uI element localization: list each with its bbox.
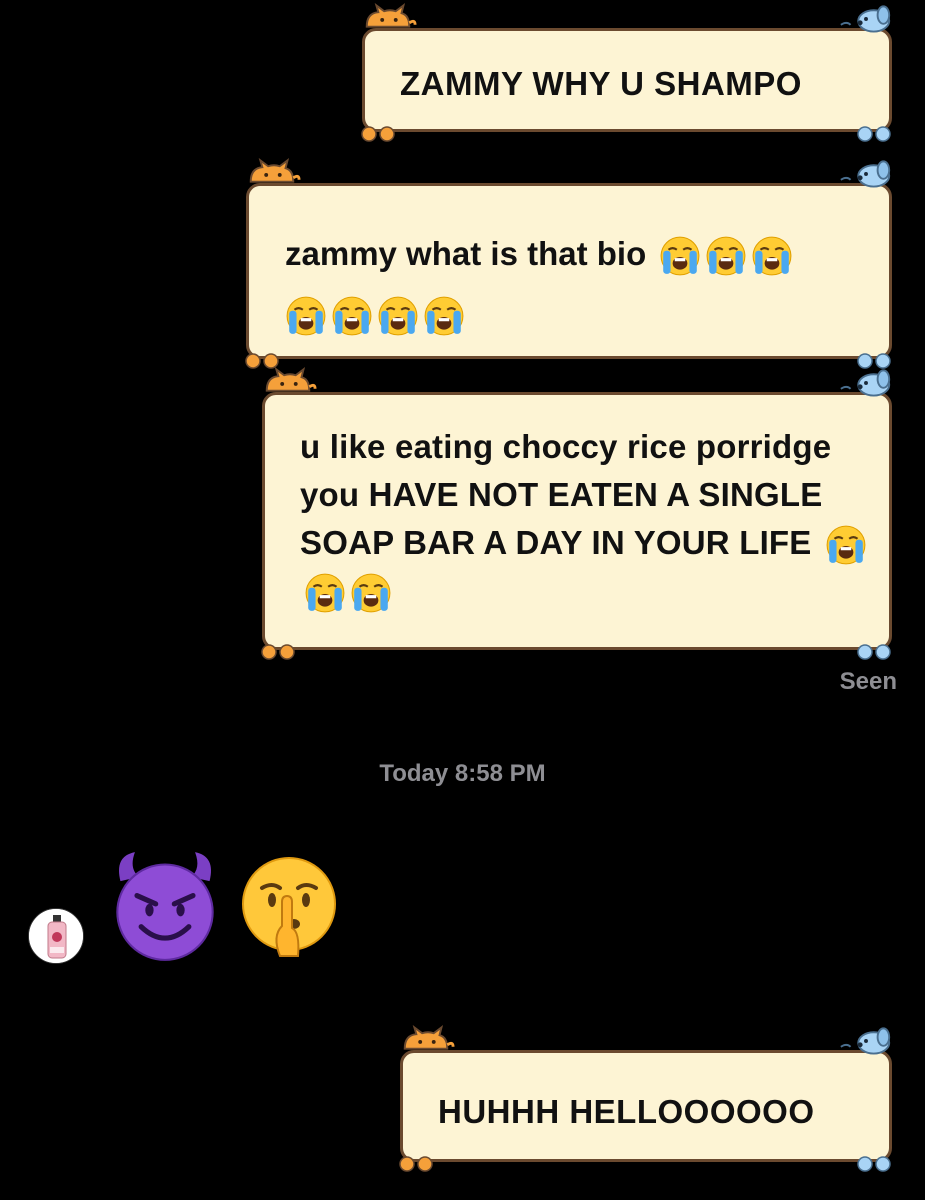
loudly-crying-face-icon bbox=[659, 235, 701, 277]
loudly-crying-face-icon bbox=[423, 295, 465, 337]
message-text: zammy what is that bio bbox=[285, 235, 647, 272]
timestamp: Today 8:58 PM bbox=[0, 760, 925, 788]
paw-icon bbox=[397, 1153, 437, 1173]
seen-status: Seen bbox=[839, 668, 897, 695]
dog-icon bbox=[837, 158, 895, 188]
cat-icon bbox=[397, 1025, 455, 1055]
paw-icon bbox=[855, 123, 895, 143]
cat-icon bbox=[243, 158, 301, 188]
message-bubble-4[interactable]: HUHHH HELLOOOOOO bbox=[400, 1050, 892, 1162]
message-text: u like eating choccy rice porridge you H… bbox=[300, 428, 832, 561]
paw-icon bbox=[855, 1153, 895, 1173]
loudly-crying-face-icon bbox=[304, 572, 346, 614]
timestamp-text: Today 8:58 PM bbox=[379, 760, 546, 787]
message-bubble-1[interactable]: ZAMMY WHY U SHAMPO bbox=[362, 28, 892, 132]
cat-icon bbox=[359, 3, 417, 33]
shushing-face-icon[interactable] bbox=[234, 852, 344, 962]
loudly-crying-face-icon bbox=[705, 235, 747, 277]
loudly-crying-face-icon bbox=[331, 295, 373, 337]
loudly-crying-face-icon bbox=[350, 572, 392, 614]
loudly-crying-face-icon bbox=[377, 295, 419, 337]
smiling-devil-icon[interactable] bbox=[108, 850, 222, 964]
message-bubble-2[interactable]: zammy what is that bio bbox=[246, 183, 892, 359]
shampoo-bottle-avatar bbox=[29, 909, 83, 963]
dog-icon bbox=[837, 367, 895, 397]
message-content: u like eating choccy rice porridge you H… bbox=[300, 423, 880, 615]
message-text: ZAMMY WHY U SHAMPO bbox=[400, 65, 802, 102]
message-bubble-3[interactable]: u like eating choccy rice porridge you H… bbox=[262, 392, 892, 650]
paw-icon bbox=[359, 123, 399, 143]
message-text: HUHHH HELLOOOOOO bbox=[438, 1093, 815, 1130]
paw-icon bbox=[259, 641, 299, 661]
dog-icon bbox=[837, 1025, 895, 1055]
message-content: zammy what is that bio bbox=[285, 224, 875, 344]
paw-icon bbox=[855, 641, 895, 661]
loudly-crying-face-icon bbox=[751, 235, 793, 277]
dog-icon bbox=[837, 3, 895, 33]
loudly-crying-face-icon bbox=[825, 524, 867, 566]
avatar[interactable] bbox=[28, 908, 84, 964]
cat-icon bbox=[259, 367, 317, 397]
loudly-crying-face-icon bbox=[285, 295, 327, 337]
